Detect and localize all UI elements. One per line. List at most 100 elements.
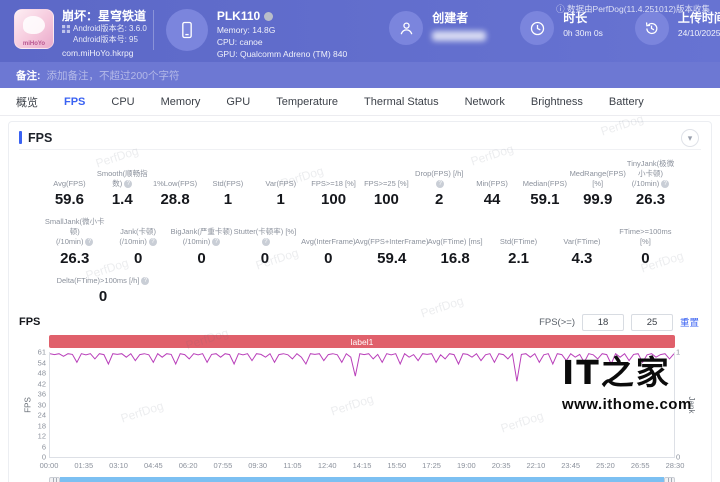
reset-button[interactable]: 重置 bbox=[680, 315, 699, 329]
creator-icon-circle bbox=[389, 11, 423, 45]
info-icon[interactable]: ? bbox=[661, 180, 669, 188]
x-axis-tick: 11:05 bbox=[283, 461, 301, 470]
tab-概览[interactable]: 概览 bbox=[16, 94, 38, 110]
metric-cell: Std(FPS)1 bbox=[201, 159, 254, 208]
metric-value: 1 bbox=[277, 191, 285, 208]
creator-label: 创建者 bbox=[432, 9, 486, 26]
x-axis-tick: 17:25 bbox=[422, 461, 441, 470]
tab-Network[interactable]: Network bbox=[465, 96, 505, 108]
metrics-row: Avg(FPS)59.6Smooth(顺畅指数)?1.41%Low(FPS)28… bbox=[19, 159, 701, 208]
chart-title: FPS bbox=[19, 316, 40, 328]
duration-icon-circle bbox=[520, 11, 554, 45]
metric-label: Stutter(卡顿率) [%]? bbox=[233, 227, 296, 247]
content: FPS ▾ Avg(FPS)59.6Smooth(顺畅指数)?1.41%Low(… bbox=[0, 116, 720, 482]
metric-label: Avg(FPS+InterFrame) bbox=[355, 237, 428, 247]
tab-Temperature[interactable]: Temperature bbox=[276, 96, 338, 108]
fps-threshold-label: FPS(>=) bbox=[539, 317, 575, 328]
x-axis-tick: 12:40 bbox=[318, 461, 337, 470]
x-axis-tick: 03:10 bbox=[109, 461, 128, 470]
app-package: com.miHoYo.hkrpg bbox=[62, 48, 147, 58]
metric-cell: Std(FTime)2.1 bbox=[487, 217, 550, 266]
metric-cell: Var(FPS) 1 bbox=[254, 159, 307, 208]
chart-label-band: label1 bbox=[49, 335, 675, 348]
metric-value: 0 bbox=[324, 250, 332, 267]
x-axis-tick: 15:50 bbox=[387, 461, 406, 470]
metric-value: 44 bbox=[484, 191, 501, 208]
metric-label: Median(FPS) bbox=[523, 179, 567, 189]
header-divider bbox=[153, 10, 154, 50]
metric-value: 0 bbox=[641, 250, 649, 267]
scrollbar-left-handle[interactable] bbox=[49, 477, 60, 482]
info-icon[interactable]: ? bbox=[212, 238, 220, 246]
metric-value: 99.9 bbox=[583, 191, 612, 208]
chart-scrollbar[interactable] bbox=[49, 477, 675, 482]
app-block: miHoYo 崩坏：星穹铁道 Android版本名: 3.6.0 Android… bbox=[14, 9, 147, 58]
metric-label: FTime>=100ms [%] bbox=[614, 227, 677, 247]
metric-label: Std(FPS) bbox=[212, 179, 243, 189]
metric-value: 0 bbox=[99, 288, 107, 305]
metric-value: 59.6 bbox=[55, 191, 84, 208]
remark-label: 备注: bbox=[16, 68, 41, 83]
metric-label: Var(FPS) bbox=[265, 179, 296, 189]
tab-Brightness[interactable]: Brightness bbox=[531, 96, 583, 108]
app-icon-brand: miHoYo bbox=[15, 41, 53, 47]
metric-label: Delta(FTime)>100ms [/h]? bbox=[57, 276, 150, 286]
metric-cell: Min(FPS) 44 bbox=[466, 159, 519, 208]
scrollbar-track[interactable] bbox=[60, 477, 664, 482]
metric-value: 26.3 bbox=[636, 191, 665, 208]
creator-name-redacted bbox=[432, 31, 486, 41]
y-axis-tick-left: 42 bbox=[28, 379, 46, 388]
tab-GPU[interactable]: GPU bbox=[226, 96, 250, 108]
app-version-name: Android版本名: 3.6.0 bbox=[73, 24, 147, 34]
metrics-grid: Avg(FPS)59.6Smooth(顺畅指数)?1.41%Low(FPS)28… bbox=[19, 159, 701, 305]
metric-label: TinyJank(极微小卡顿) (/10min)? bbox=[624, 159, 677, 188]
metric-cell: Jank(卡顿) (/10min)?0 bbox=[106, 217, 169, 266]
info-icon[interactable]: ? bbox=[262, 238, 270, 246]
tab-Battery[interactable]: Battery bbox=[609, 96, 644, 108]
fps-threshold-input-1[interactable] bbox=[582, 314, 624, 331]
scrollbar-right-handle[interactable] bbox=[664, 477, 675, 482]
info-icon[interactable]: ? bbox=[85, 238, 93, 246]
tab-FPS[interactable]: FPS bbox=[64, 96, 85, 108]
metrics-row: SmallJank(微小卡顿) (/10min)?26.3Jank(卡顿) (/… bbox=[19, 217, 701, 266]
metric-cell: Smooth(顺畅指数)?1.4 bbox=[96, 159, 149, 208]
metric-label: BigJank(严重卡顿) (/10min)? bbox=[171, 227, 233, 247]
x-axis-tick: 26:55 bbox=[631, 461, 650, 470]
metric-cell: Avg(FPS) 59.6 bbox=[43, 159, 96, 208]
panel-title: FPS bbox=[28, 131, 52, 145]
x-axis-tick: 09:30 bbox=[248, 461, 267, 470]
x-axis-tick: 22:10 bbox=[526, 461, 545, 470]
info-icon[interactable]: ? bbox=[436, 180, 444, 188]
metric-cell: Delta(FTime)>100ms [/h]? 0 bbox=[43, 276, 163, 306]
remark-bar[interactable]: 备注: 添加备注，不超过200个字符 bbox=[0, 62, 720, 88]
device-memory: Memory: 14.8G bbox=[217, 25, 347, 35]
tab-Thermal Status[interactable]: Thermal Status bbox=[364, 96, 439, 108]
metric-label: Min(FPS) bbox=[476, 179, 508, 189]
y-axis-tick-right: 1 bbox=[676, 348, 688, 357]
person-icon bbox=[398, 20, 415, 37]
info-icon[interactable]: ? bbox=[141, 277, 149, 285]
x-axis-tick: 06:20 bbox=[179, 461, 198, 470]
metric-cell: FPS>=25 [%]100 bbox=[360, 159, 413, 208]
metric-cell: Median(FPS) 59.1 bbox=[518, 159, 571, 208]
tab-CPU[interactable]: CPU bbox=[111, 96, 134, 108]
metric-cell: Stutter(卡顿率) [%]?0 bbox=[233, 217, 296, 266]
x-axis-tick: 01:35 bbox=[74, 461, 93, 470]
info-icon[interactable]: ? bbox=[149, 238, 157, 246]
metric-label: Jank(卡顿) (/10min)? bbox=[119, 227, 157, 247]
metric-cell: MedRange(FPS)[%]99.9 bbox=[571, 159, 624, 208]
header: miHoYo 崩坏：星穹铁道 Android版本名: 3.6.0 Android… bbox=[0, 0, 720, 62]
metric-value: 2 bbox=[435, 191, 443, 208]
info-icon[interactable]: ? bbox=[124, 180, 132, 188]
metric-value: 59.1 bbox=[530, 191, 559, 208]
perfdog-version-note: ⓘ 数据由PerfDog(11.4.251012)版本收集 bbox=[556, 3, 710, 15]
fps-chart-plot-area[interactable]: 06121824303642485461 01 FPS Jank bbox=[49, 352, 675, 458]
fps-threshold-input-2[interactable] bbox=[631, 314, 673, 331]
tab-Memory[interactable]: Memory bbox=[161, 96, 201, 108]
x-axis-tick: 00:00 bbox=[40, 461, 59, 470]
y-axis-label-right: Jank bbox=[687, 396, 696, 413]
metric-value: 2.1 bbox=[508, 250, 529, 267]
collapse-button[interactable]: ▾ bbox=[681, 129, 699, 147]
metric-label: Avg(FPS) bbox=[53, 179, 85, 189]
chart-label-band-text: label1 bbox=[351, 337, 374, 347]
